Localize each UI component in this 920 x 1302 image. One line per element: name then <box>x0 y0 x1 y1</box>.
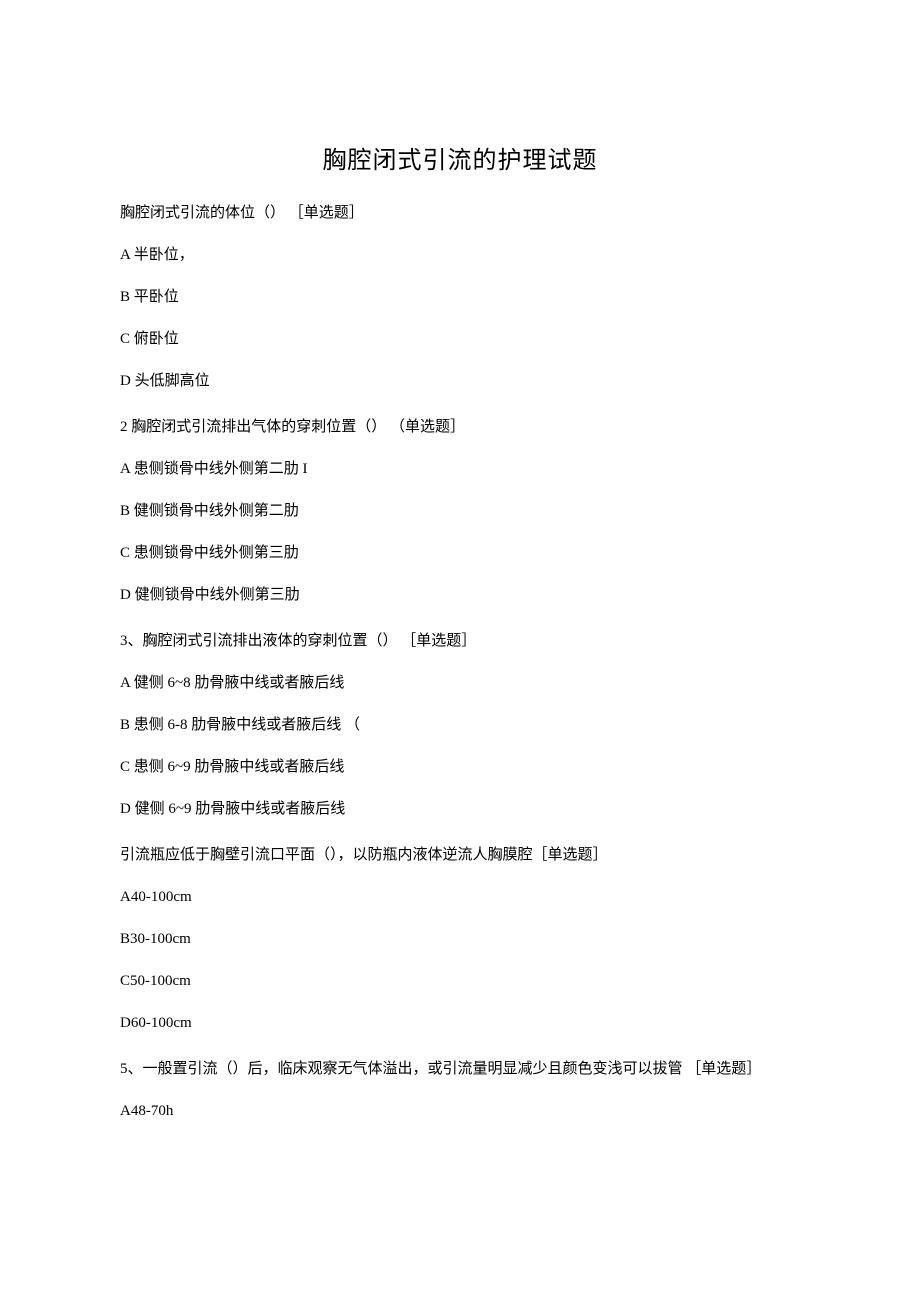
question-stem: 5、一般置引流（）后，临床观察无气体溢出，或引流量明显减少且颜色变浅可以拔管 ［… <box>120 1057 800 1081</box>
document-title: 胸腔闭式引流的护理试题 <box>120 140 800 175</box>
question-option: A 健侧 6~8 肋骨腋中线或者腋后线 <box>120 671 800 695</box>
question-option: B 平卧位 <box>120 285 800 309</box>
question-stem: 胸腔闭式引流的体位（） ［单选题］ <box>120 201 800 225</box>
question-3: 3、胸腔闭式引流排出液体的穿刺位置（） ［单选题］ A 健侧 6~8 肋骨腋中线… <box>120 629 800 821</box>
question-5: 5、一般置引流（）后，临床观察无气体溢出，或引流量明显减少且颜色变浅可以拔管 ［… <box>120 1057 800 1123</box>
question-stem: 2 胸腔闭式引流排出气体的穿刺位置（） （单选题］ <box>120 415 800 439</box>
question-option: A 半卧位， <box>120 243 800 267</box>
question-option: D 头低脚高位 <box>120 369 800 393</box>
question-option: D 健侧 6~9 肋骨腋中线或者腋后线 <box>120 797 800 821</box>
question-option: C50-100cm <box>120 969 800 993</box>
question-option: A40-100cm <box>120 885 800 909</box>
question-option: B 健侧锁骨中线外侧第二肋 <box>120 499 800 523</box>
question-option: C 患侧 6~9 肋骨腋中线或者腋后线 <box>120 755 800 779</box>
question-option: A 患侧锁骨中线外侧第二肋 I <box>120 457 800 481</box>
question-2: 2 胸腔闭式引流排出气体的穿刺位置（） （单选题］ A 患侧锁骨中线外侧第二肋 … <box>120 415 800 607</box>
question-option: D 健侧锁骨中线外侧第三肋 <box>120 583 800 607</box>
question-1: 胸腔闭式引流的体位（） ［单选题］ A 半卧位， B 平卧位 C 俯卧位 D 头… <box>120 201 800 393</box>
question-option: C 患侧锁骨中线外侧第三肋 <box>120 541 800 565</box>
question-option: A48-70h <box>120 1099 800 1123</box>
question-option: C 俯卧位 <box>120 327 800 351</box>
question-option: B30-100cm <box>120 927 800 951</box>
question-stem: 3、胸腔闭式引流排出液体的穿刺位置（） ［单选题］ <box>120 629 800 653</box>
question-option: D60-100cm <box>120 1011 800 1035</box>
question-stem: 引流瓶应低于胸壁引流口平面（），以防瓶内液体逆流人胸膜腔［单选题］ <box>120 843 800 867</box>
question-4: 引流瓶应低于胸壁引流口平面（），以防瓶内液体逆流人胸膜腔［单选题］ A40-10… <box>120 843 800 1035</box>
question-option: B 患侧 6-8 肋骨腋中线或者腋后线 （ <box>120 713 800 737</box>
